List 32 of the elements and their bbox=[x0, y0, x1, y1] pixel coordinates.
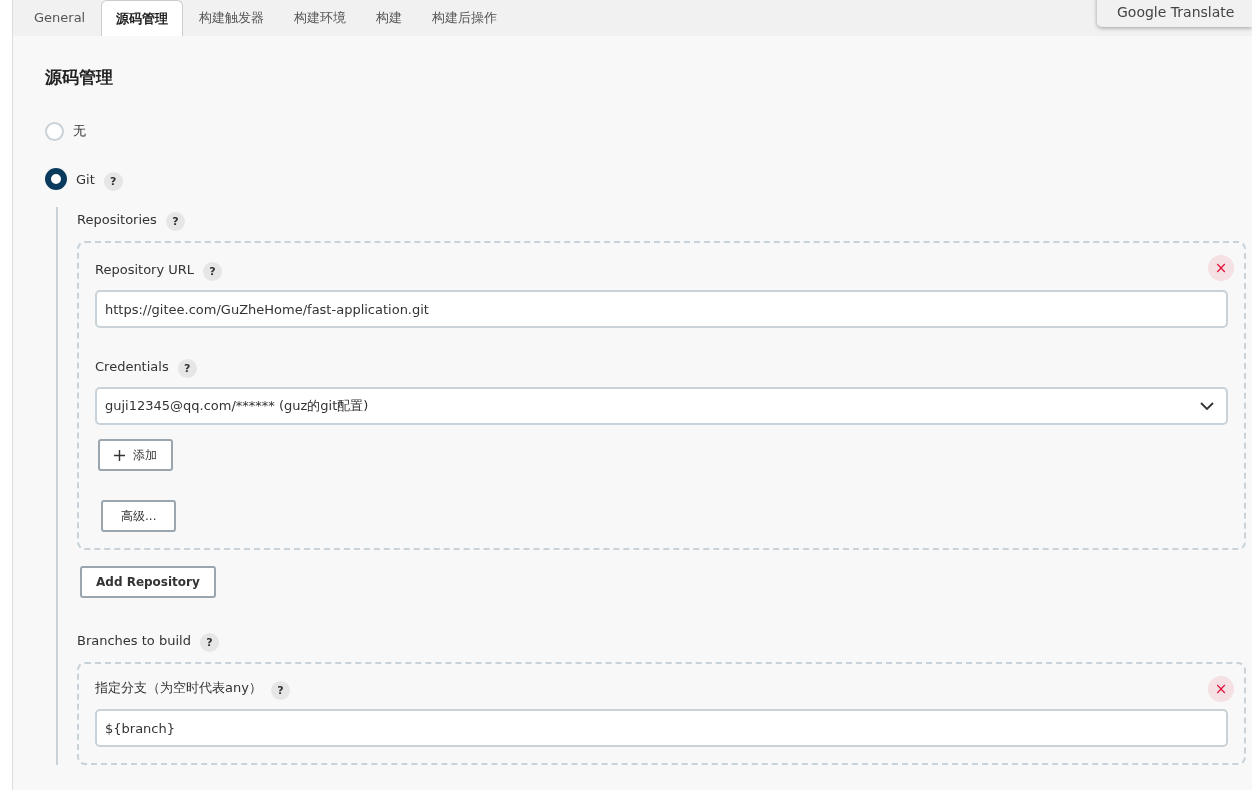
help-icon[interactable]: ? bbox=[199, 632, 219, 652]
add-repository-button[interactable]: Add Repository bbox=[80, 566, 216, 598]
tab[interactable]: General bbox=[20, 0, 100, 36]
chevron-down-icon bbox=[1200, 401, 1214, 411]
add-button[interactable]: 添加 bbox=[98, 439, 173, 471]
input-field[interactable]: https://gitee.com/GuZheHome/fast-application.git bbox=[95, 290, 1228, 328]
close-button[interactable]: × bbox=[1208, 676, 1234, 702]
tab[interactable]: 构建环境 bbox=[280, 0, 361, 36]
tab[interactable]: 构建后操作 bbox=[418, 0, 512, 36]
radio-label[interactable]: 无 bbox=[73, 122, 86, 140]
help-icon[interactable]: ? bbox=[270, 680, 290, 700]
help-icon[interactable]: ? bbox=[103, 171, 123, 191]
field-label: Repository URL bbox=[95, 261, 195, 277]
plus-icon bbox=[114, 449, 125, 461]
translate-popup[interactable]: Google Translate bbox=[1097, 0, 1252, 27]
help-icon[interactable]: ? bbox=[203, 261, 223, 281]
advanced-button[interactable]: 高级... bbox=[101, 500, 177, 532]
tab[interactable]: 构建触发器 bbox=[185, 0, 279, 36]
field-label: Credentials bbox=[95, 358, 169, 374]
help-icon[interactable]: ? bbox=[165, 211, 185, 231]
help-icon[interactable]: ? bbox=[177, 358, 197, 378]
radio-label[interactable]: Git bbox=[76, 171, 95, 187]
field-label: 指定分支（为空时代表any） bbox=[95, 679, 262, 697]
credentials-dropdown[interactable]: guji12345@qq.com/****** (guz的git配置) bbox=[95, 387, 1228, 425]
field-label: Repositories bbox=[77, 211, 157, 227]
section-title: 源码管理 bbox=[45, 66, 114, 89]
tab[interactable]: 构建 bbox=[362, 0, 417, 36]
tab[interactable]: 源码管理 bbox=[101, 0, 184, 36]
input-field[interactable]: ${branch} bbox=[95, 709, 1228, 747]
field-label: Branches to build bbox=[77, 632, 191, 648]
close-button[interactable]: × bbox=[1208, 255, 1234, 281]
radio-button[interactable] bbox=[45, 168, 67, 190]
